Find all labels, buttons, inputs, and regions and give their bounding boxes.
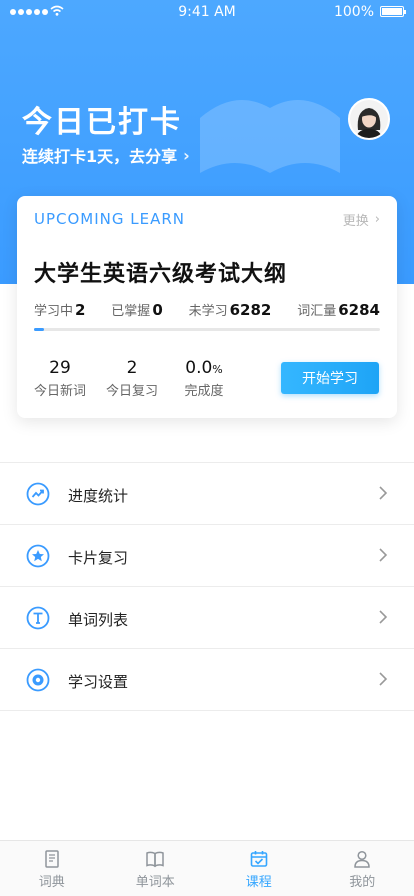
person-icon — [354, 850, 371, 868]
menu-item-card-review[interactable]: 卡片复习 — [0, 525, 414, 587]
upcoming-label: UPCOMING LEARN — [34, 210, 186, 228]
stat-unlearned: 未学习 6282 — [188, 301, 272, 319]
chevron-right-icon — [379, 548, 388, 562]
battery-icon — [380, 6, 406, 17]
menu-label: 学习设置 — [68, 673, 129, 691]
avatar[interactable] — [348, 98, 390, 140]
chevron-right-icon — [379, 610, 388, 624]
change-course-label: 更换 — [342, 214, 369, 229]
book-watermark-icon — [200, 100, 340, 173]
metric-completion: 0.0% 完成度 — [184, 358, 224, 399]
course-title: 大学生英语六级考试大纲 — [34, 262, 288, 287]
stat-vocab: 词汇量 6284 — [297, 301, 380, 319]
menu-label: 卡片复习 — [68, 549, 129, 567]
dictionary-icon — [45, 850, 59, 868]
share-streak-label: 连续打卡1天，去分享 — [22, 147, 178, 166]
letter-t-icon — [26, 606, 50, 630]
stat-mastered: 已掌握 0 — [111, 301, 163, 319]
course-stats: 学习中 2 已掌握 0 未学习 6282 词汇量 6284 — [34, 300, 380, 319]
trend-chart-icon — [26, 482, 50, 506]
stat-learning: 学习中 2 — [34, 301, 86, 319]
chevron-right-icon: › — [374, 212, 380, 227]
tab-courses[interactable]: 课程 — [207, 841, 311, 896]
chevron-right-icon — [379, 486, 388, 500]
menu-label: 进度统计 — [68, 487, 129, 505]
tab-label: 课程 — [245, 875, 272, 890]
change-course-button[interactable]: 更换 › — [343, 210, 380, 229]
menu-list: 进度统计 卡片复习 单词列表 学习设置 — [0, 462, 414, 711]
course-card: UPCOMING LEARN 更换 › 大学生英语六级考试大纲 学习中 2 已掌握… — [17, 196, 397, 418]
tab-label: 词典 — [38, 875, 65, 890]
book-icon — [146, 851, 164, 868]
tab-bar: 词典 单词本 课程 我的 — [0, 840, 414, 896]
menu-item-settings[interactable]: 学习设置 — [0, 649, 414, 711]
progress-bar — [34, 328, 380, 331]
chevron-right-icon — [379, 672, 388, 686]
tab-wordbook[interactable]: 单词本 — [104, 841, 208, 896]
user-portrait-icon — [350, 100, 388, 138]
calendar-check-icon — [250, 851, 268, 867]
tab-label: 单词本 — [135, 875, 175, 890]
metric-new-words: 29 今日新词 — [33, 358, 86, 399]
start-learning-button[interactable]: 开始学习 — [281, 362, 379, 394]
chevron-right-icon: › — [183, 145, 190, 165]
share-streak-link[interactable]: 连续打卡1天，去分享 › — [22, 143, 190, 167]
star-icon — [26, 544, 50, 568]
tab-label: 我的 — [349, 875, 376, 890]
battery-percent: 100% — [333, 4, 374, 20]
status-bar: 9:41 AM 100% — [0, 0, 414, 24]
tab-profile[interactable]: 我的 — [311, 841, 414, 896]
menu-item-word-list[interactable]: 单词列表 — [0, 587, 414, 649]
checkin-title: 今日已打卡 — [22, 105, 182, 140]
menu-label: 单词列表 — [68, 611, 129, 629]
metric-review: 2 今日复习 — [105, 358, 158, 399]
progress-fill — [34, 328, 45, 331]
menu-item-progress[interactable]: 进度统计 — [0, 463, 414, 525]
tab-dictionary[interactable]: 词典 — [0, 841, 104, 896]
settings-dot-icon — [26, 668, 50, 692]
